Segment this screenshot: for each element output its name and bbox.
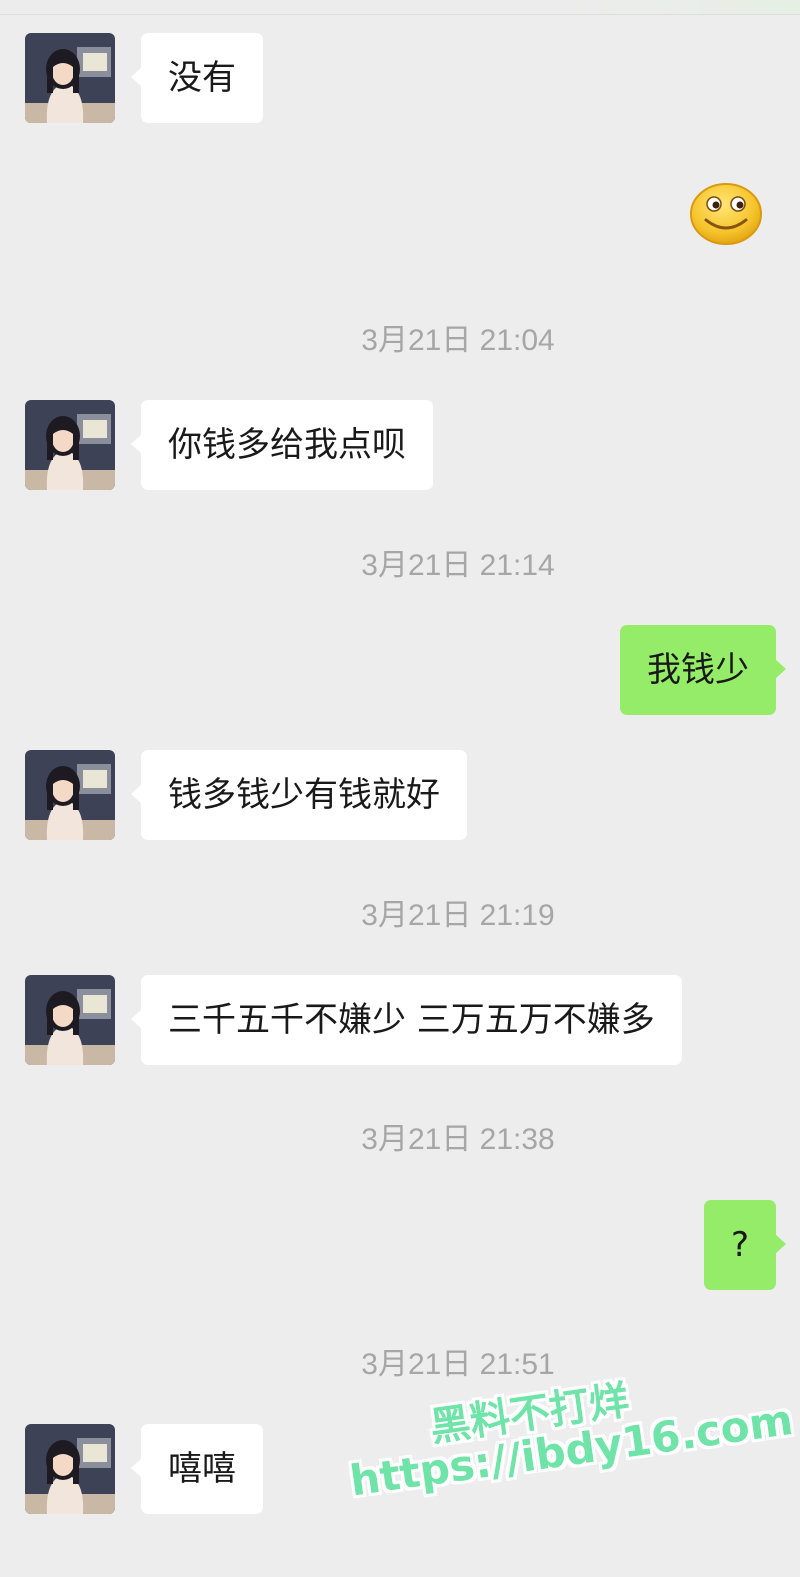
message-text: ? xyxy=(730,1225,749,1265)
message-text: 三千五千不嫌少 三万五万不嫌多 xyxy=(168,1000,655,1040)
contact-avatar[interactable] xyxy=(25,750,115,840)
contact-avatar[interactable] xyxy=(25,1424,115,1514)
message-bubble-outgoing[interactable]: ? xyxy=(703,1200,787,1290)
message-timestamp: 3月21日 21:14 xyxy=(361,549,555,582)
message-text: 我钱少 xyxy=(647,650,749,690)
message-text: 没有 xyxy=(168,58,236,98)
message-bubble-incoming[interactable]: 钱多钱少有钱就好 xyxy=(131,750,467,840)
message-text: 你钱多给我点呗 xyxy=(168,425,406,465)
contact-avatar[interactable] xyxy=(25,975,115,1065)
message-bubble-incoming[interactable]: 你钱多给我点呗 xyxy=(131,400,433,490)
message-text: 嘻嘻 xyxy=(168,1449,236,1489)
message-text: 钱多钱少有钱就好 xyxy=(168,775,440,815)
top-bar-edge xyxy=(0,0,800,15)
message-timestamp: 3月21日 21:19 xyxy=(361,899,555,932)
message-bubble-outgoing[interactable]: 我钱少 xyxy=(620,625,786,715)
contact-avatar[interactable] xyxy=(25,400,115,490)
message-bubble-incoming[interactable]: 三千五千不嫌少 三万五万不嫌多 xyxy=(131,975,682,1065)
smile-emoji-icon[interactable] xyxy=(688,180,764,246)
message-timestamp: 3月21日 21:04 xyxy=(361,324,555,357)
message-bubble-incoming[interactable]: 没有 xyxy=(131,33,263,123)
contact-avatar[interactable] xyxy=(25,33,115,123)
message-timestamp: 3月21日 21:38 xyxy=(361,1123,555,1156)
message-bubble-incoming[interactable]: 嘻嘻 xyxy=(131,1424,263,1514)
